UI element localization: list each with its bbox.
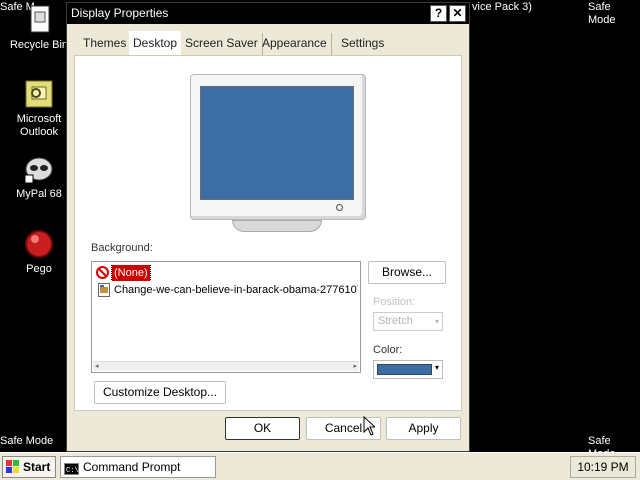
dialog-title: Display Properties — [71, 6, 169, 20]
ok-button[interactable]: OK — [225, 417, 300, 440]
background-label: Background: — [91, 242, 153, 254]
help-button[interactable]: ? — [430, 5, 447, 22]
tab-settings[interactable]: Settings — [337, 33, 388, 55]
windows-logo-icon — [6, 460, 20, 480]
desktop-icon-label: Pego — [26, 263, 52, 275]
color-swatch — [377, 364, 432, 375]
apply-button[interactable]: Apply — [386, 417, 461, 440]
tab-appearance[interactable]: Appearance — [258, 33, 332, 55]
position-select-value: Stretch — [378, 315, 413, 327]
monitor-power-led — [336, 204, 343, 211]
dialog-titlebar[interactable]: Display Properties — [67, 3, 469, 24]
taskbar-button-label: Command Prompt — [83, 460, 181, 474]
monitor-stand — [232, 220, 322, 232]
safe-mode-label-top-right: Safe Mode — [588, 1, 616, 26]
color-label: Color: — [373, 344, 403, 356]
chevron-down-icon: ▾ — [434, 363, 439, 372]
customize-desktop-button[interactable]: Customize Desktop... — [94, 381, 226, 404]
system-clock[interactable]: 10:19 PM — [570, 456, 636, 478]
start-button[interactable]: Start — [2, 456, 56, 478]
safe-mode-label-bottom-left: Safe Mode — [0, 435, 54, 447]
mypal-icon — [23, 153, 55, 185]
list-item[interactable]: Change-we-can-believe-in-barack-obama-27… — [96, 282, 358, 298]
desktop-icon-pego[interactable]: Pego — [3, 228, 75, 276]
taskbar: Start C:\ Command Prompt 10:19 PM — [0, 452, 640, 480]
desktop-icon-recycle-bin[interactable]: Recycle Bin — [3, 4, 75, 52]
desktop-icon-label: Recycle Bin — [9, 39, 69, 51]
none-icon — [96, 266, 109, 281]
monitor-screen-preview — [200, 86, 354, 200]
desktop-icon-outlook[interactable]: Microsoft Outlook — [3, 78, 75, 139]
taskbar-button-command-prompt[interactable]: C:\ Command Prompt — [60, 456, 216, 478]
outlook-icon — [23, 78, 55, 110]
image-file-icon — [98, 283, 110, 298]
scroll-left-icon[interactable]: ◂ — [95, 362, 99, 370]
pego-icon — [23, 228, 55, 260]
close-button[interactable]: ✕ — [449, 5, 466, 22]
command-prompt-icon: C:\ — [64, 461, 79, 480]
browse-button[interactable]: Browse... — [368, 261, 446, 284]
recycle-bin-icon — [23, 4, 55, 36]
desktop-icon-label: Microsoft Outlook — [16, 113, 62, 138]
chevron-down-icon: ▾ — [434, 317, 439, 326]
mouse-cursor-icon — [363, 415, 377, 439]
desktop-tab-panel: Background: (None) Change-we-can-believe… — [74, 55, 462, 411]
list-item[interactable]: (None) — [96, 265, 358, 281]
color-picker-button[interactable]: ▾ — [373, 360, 443, 379]
os-version-label: vice Pack 3) — [472, 1, 532, 13]
background-list[interactable]: (None) Change-we-can-believe-in-barack-o… — [91, 261, 361, 373]
desktop-icon-mypal[interactable]: MyPal 68 — [3, 153, 75, 201]
start-label: Start — [23, 460, 51, 474]
monitor-preview — [190, 74, 366, 220]
close-icon: ✕ — [452, 6, 463, 20]
horizontal-scrollbar[interactable]: ◂ ▸ — [93, 361, 359, 371]
position-select[interactable]: Stretch ▾ — [373, 312, 443, 331]
scroll-right-icon[interactable]: ▸ — [353, 362, 357, 370]
tab-themes[interactable]: Themes — [79, 33, 132, 55]
tab-screen-saver[interactable]: Screen Saver — [181, 33, 263, 55]
position-label: Position: — [373, 296, 416, 308]
list-item-label: (None) — [111, 265, 151, 281]
svg-text:C:\: C:\ — [66, 467, 79, 475]
display-properties-dialog: Display Properties ? ✕ Themes Desktop Sc… — [66, 2, 470, 452]
tab-desktop[interactable]: Desktop — [129, 31, 182, 55]
list-item-label: Change-we-can-believe-in-barack-obama-27… — [114, 284, 358, 296]
help-icon: ? — [434, 6, 443, 20]
desktop-icon-label: MyPal 68 — [16, 188, 62, 200]
